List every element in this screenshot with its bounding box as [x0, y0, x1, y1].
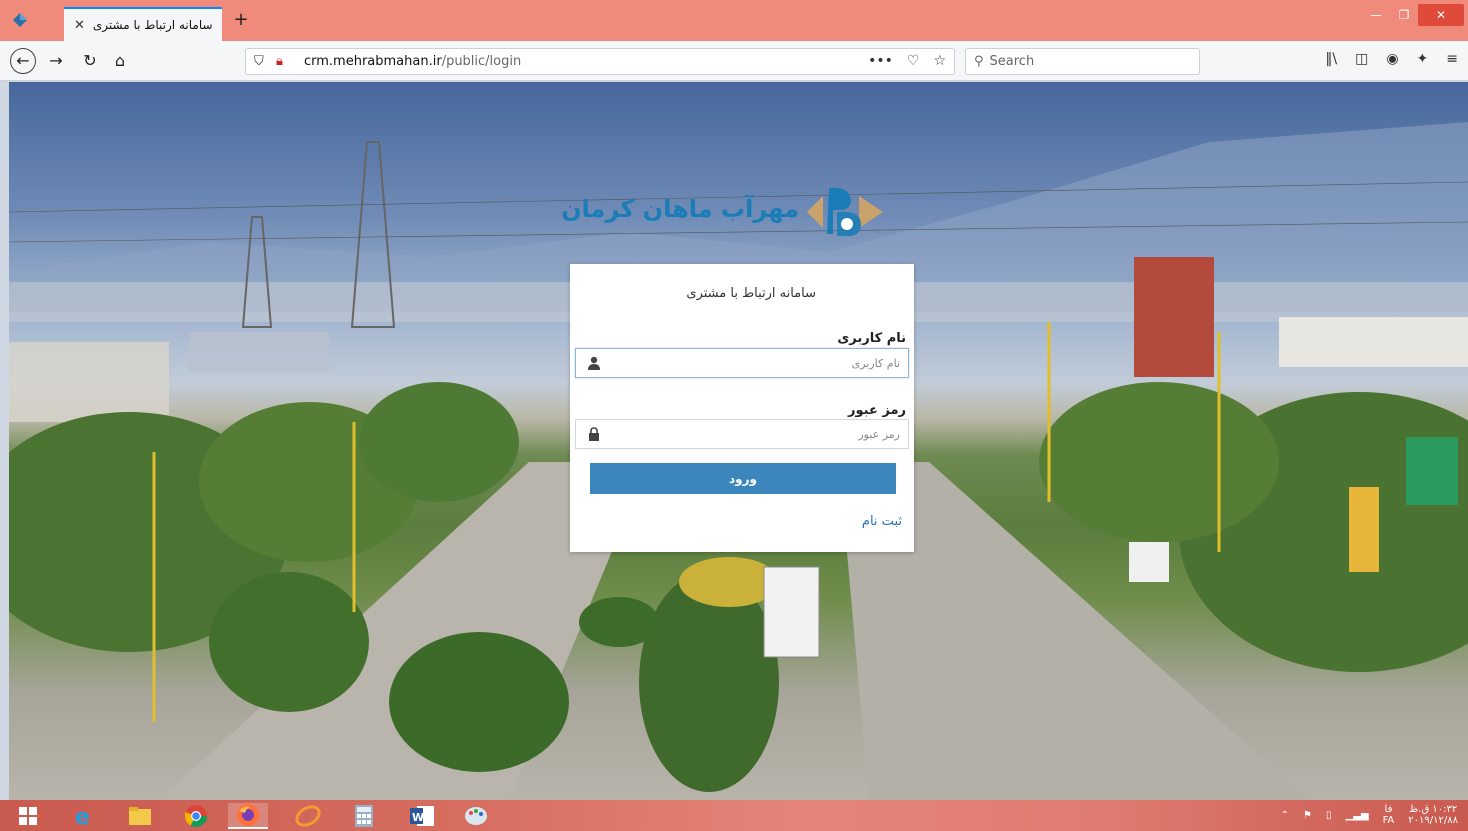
library-icon[interactable]: ‖\	[1325, 51, 1337, 67]
username-field[interactable]	[575, 348, 909, 378]
edit-app-icon[interactable]	[288, 803, 328, 829]
url-host: crm.mehrabmahan.ir	[304, 54, 442, 69]
clock-time: ۱۰:۳۲ ق.ظ	[1409, 804, 1458, 815]
bookmark-star-icon[interactable]: ☆	[933, 53, 946, 69]
browser-navbar: ← → ↻ ⌂ ⛉ 🔒︎ crm.mehrabmahan.ir/public/l…	[0, 41, 1468, 81]
logo-text: مهرآب ماهان کرمان	[561, 195, 799, 223]
pocket-icon[interactable]: ♡	[907, 53, 920, 69]
battery-icon[interactable]: ▯	[1326, 810, 1332, 821]
sidebar-icon[interactable]: ◫	[1355, 51, 1368, 67]
network-icon[interactable]: ▁▃▅	[1346, 810, 1369, 821]
window-controls: — ❐ ✕	[1362, 0, 1468, 30]
insecure-lock-icon[interactable]: 🔒︎	[276, 54, 298, 69]
internet-explorer-icon[interactable]: e	[64, 803, 104, 829]
svg-text:W: W	[412, 811, 424, 824]
lang-top: فا	[1384, 804, 1393, 815]
tray-clock[interactable]: ۱۰:۳۲ ق.ظ ۲۰۱۹/۱۲/۸۸	[1408, 804, 1458, 826]
search-bar[interactable]: ⚲ Search	[965, 48, 1200, 75]
page-background: مهرآب ماهان کرمان سامانه ارتباط با مشتری…	[9, 82, 1468, 800]
shield-icon[interactable]: ⛉	[254, 54, 270, 69]
toolbar-right: ‖\ ◫ ◉ ✦ ≡	[1325, 51, 1458, 67]
minimize-button[interactable]: —	[1362, 4, 1390, 26]
calculator-icon[interactable]	[344, 803, 384, 829]
search-icon: ⚲	[974, 54, 984, 69]
windows-start-icon[interactable]	[8, 803, 48, 829]
lang-bottom: FA	[1382, 815, 1395, 826]
username-label: نام کاربری	[837, 331, 906, 346]
reload-button[interactable]: ↻	[78, 49, 102, 73]
system-tray: ⌃ ⚑ ▯ ▁▃▅ فا FA ۱۰:۳۲ ق.ظ ۲۰۱۹/۱۲/۸۸	[1281, 804, 1458, 826]
url-path: /public/login	[441, 54, 522, 69]
tab-close-icon[interactable]: ✕	[74, 18, 85, 33]
app-diamond-icon	[13, 13, 27, 27]
file-explorer-icon[interactable]	[120, 803, 160, 829]
login-title: سامانه ارتباط با مشتری	[686, 286, 816, 301]
close-window-button[interactable]: ✕	[1418, 4, 1464, 26]
back-button[interactable]: ←	[10, 48, 36, 74]
language-indicator[interactable]: فا FA	[1383, 804, 1395, 826]
brand-logo: مهرآب ماهان کرمان	[561, 182, 895, 242]
tray-chevron-icon[interactable]: ⌃	[1281, 810, 1289, 821]
logo-mark-icon	[807, 187, 883, 237]
more-actions-icon[interactable]: •••	[868, 53, 893, 69]
login-card: سامانه ارتباط با مشتری نام کاربری رمز عب…	[570, 264, 914, 552]
password-input[interactable]	[612, 427, 900, 441]
url-bar[interactable]: ⛉ 🔒︎ crm.mehrabmahan.ir/public/login •••…	[245, 48, 955, 75]
tab-title: سامانه ارتباط با مشتری	[92, 18, 213, 32]
url-text: crm.mehrabmahan.ir/public/login	[304, 54, 521, 69]
browser-tab[interactable]: سامانه ارتباط با مشتری ✕	[64, 7, 222, 41]
forward-button[interactable]: →	[44, 49, 68, 73]
paint-icon[interactable]	[456, 803, 496, 829]
username-input[interactable]	[612, 356, 900, 370]
word-icon[interactable]: W	[402, 803, 442, 829]
url-actions: ••• ♡ ☆	[868, 53, 946, 69]
menu-icon[interactable]: ≡	[1446, 51, 1458, 67]
new-tab-button[interactable]: +	[231, 10, 251, 30]
browser-titlebar: سامانه ارتباط با مشتری ✕ + — ❐ ✕	[0, 0, 1468, 41]
lock-icon	[584, 426, 604, 442]
extensions-icon[interactable]: ✦	[1417, 51, 1429, 67]
login-button[interactable]: ورود	[590, 463, 896, 494]
svg-text:e: e	[75, 805, 90, 828]
chrome-icon[interactable]	[176, 803, 216, 829]
home-button[interactable]: ⌂	[108, 49, 132, 73]
password-field[interactable]	[575, 419, 909, 449]
password-label: رمز عبور	[848, 403, 906, 418]
user-icon	[584, 355, 604, 371]
maximize-button[interactable]: ❐	[1390, 4, 1418, 26]
account-icon[interactable]: ◉	[1386, 51, 1398, 67]
register-link[interactable]: ثبت نام	[862, 514, 902, 529]
flag-icon[interactable]: ⚑	[1303, 810, 1312, 821]
firefox-icon[interactable]	[228, 803, 268, 829]
clock-date: ۲۰۱۹/۱۲/۸۸	[1408, 815, 1458, 826]
windows-taskbar: e W ⌃ ⚑ ▯ ▁▃▅ فا FA ۱۰:۳۲ ق.ظ ۲۰۱۹/۱۲/۸۸	[0, 800, 1468, 831]
search-placeholder: Search	[989, 54, 1035, 69]
